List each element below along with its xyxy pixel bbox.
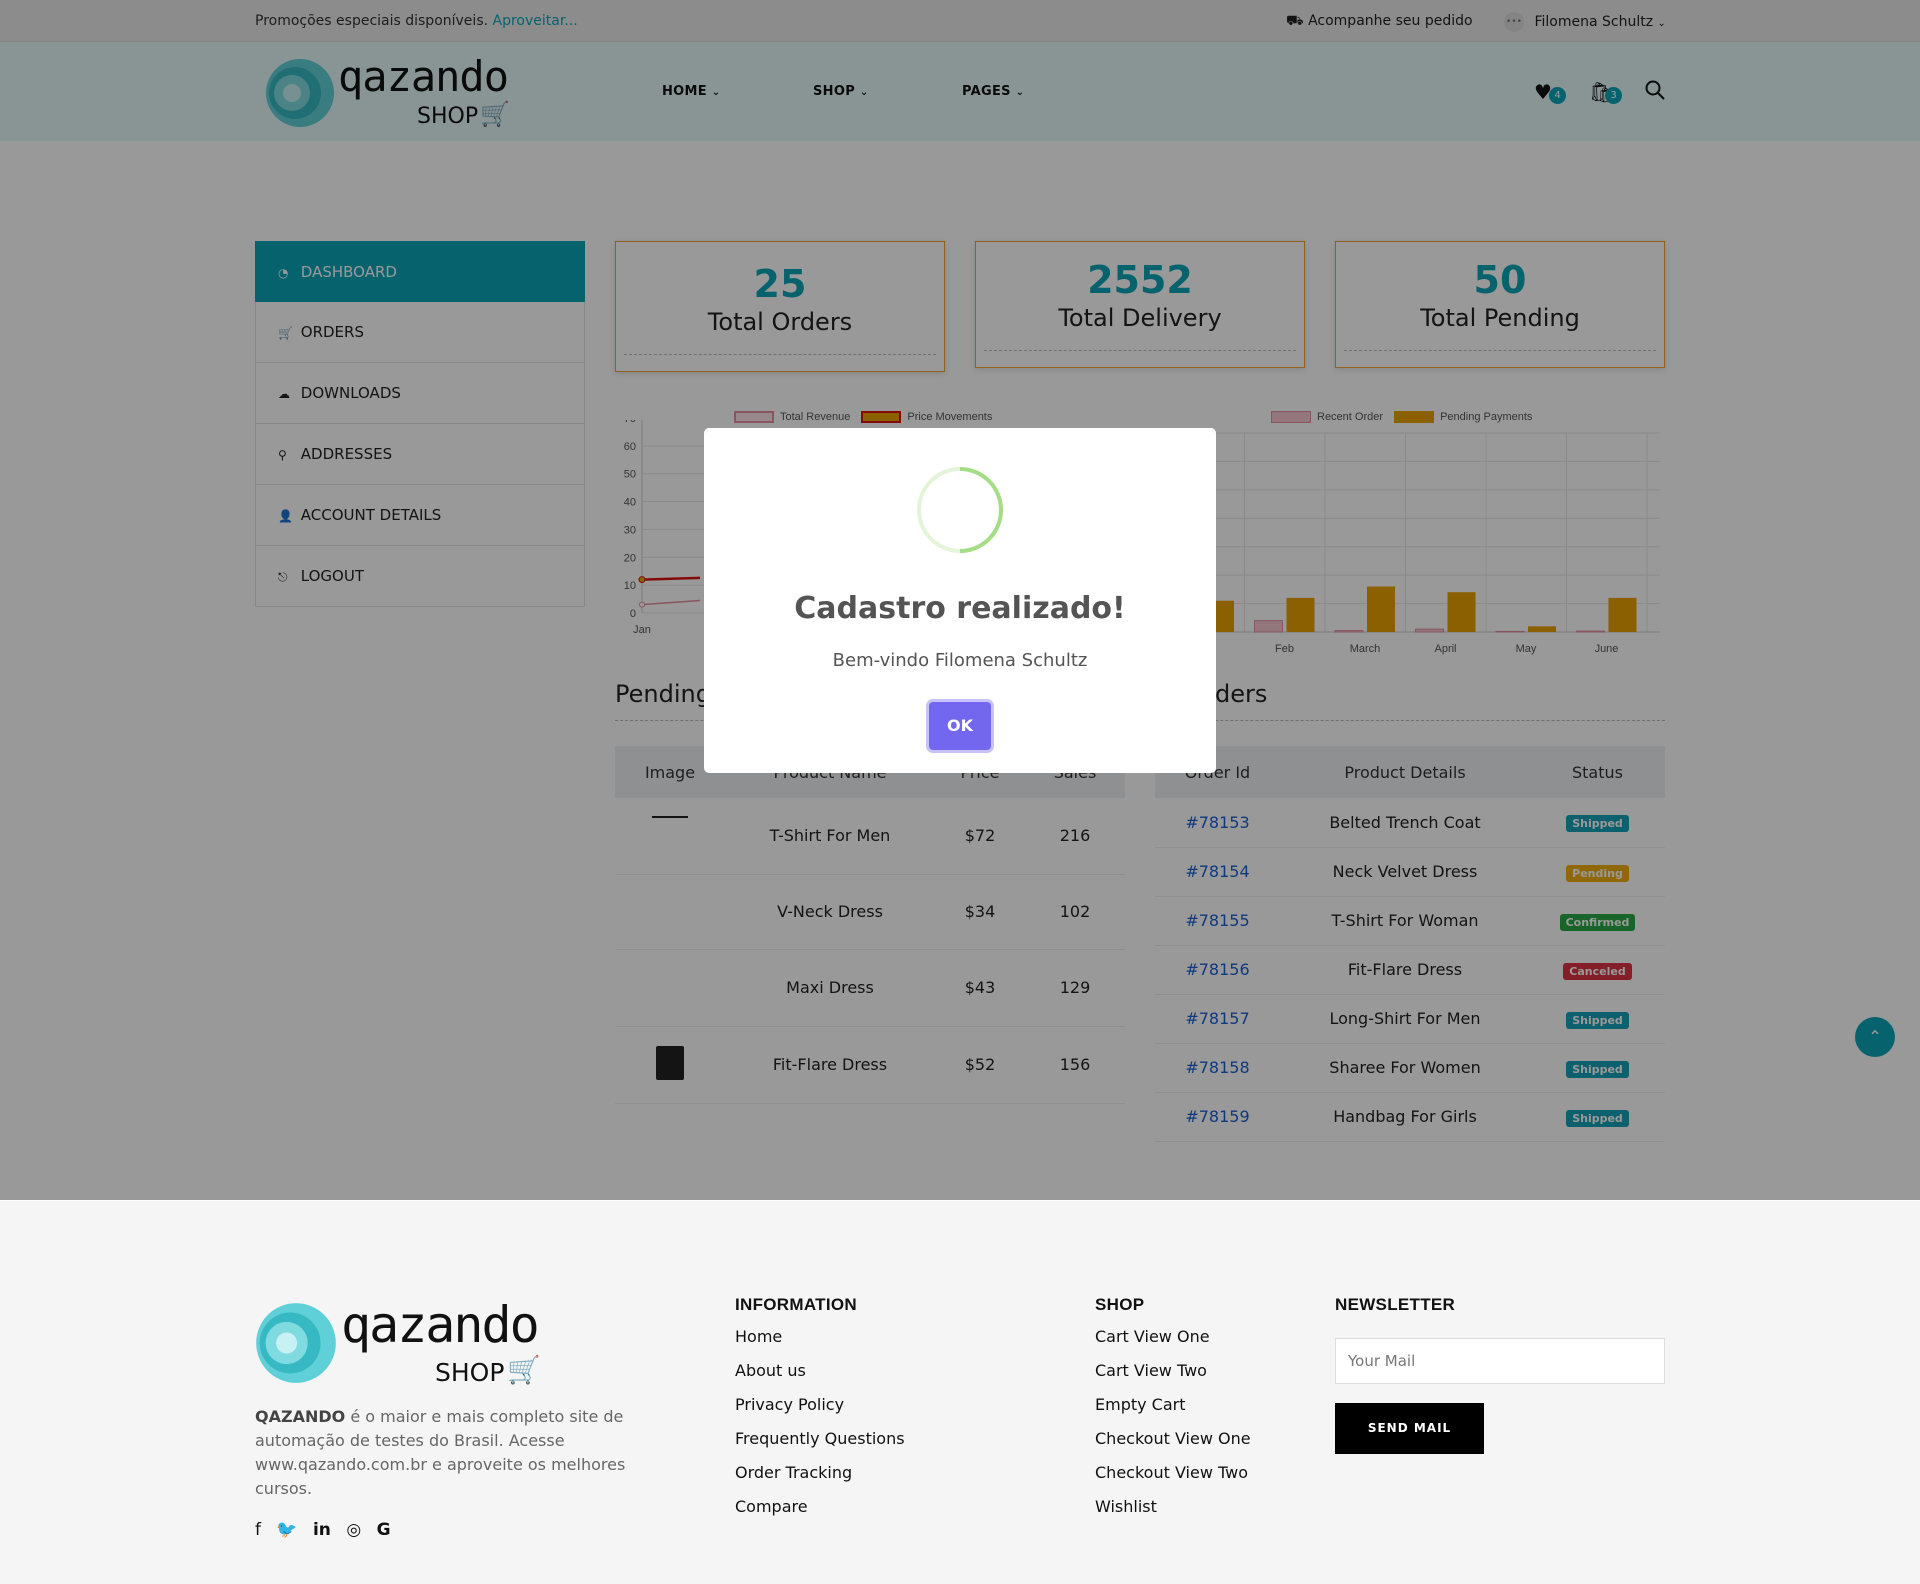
logo-text: qazando	[341, 1296, 540, 1354]
footer-description: QAZANDO é o maior e mais completo site d…	[255, 1405, 655, 1501]
instagram-icon[interactable]: ◎	[346, 1520, 361, 1540]
footer-link[interactable]: Order Tracking	[735, 1462, 905, 1496]
modal-title: Cadastro realizado!	[794, 591, 1126, 626]
modal-message: Bem-vindo Filomena Schultz	[832, 650, 1088, 671]
google-icon[interactable]: G	[377, 1520, 391, 1540]
page: Promoções especiais disponíveis. Aprovei…	[0, 0, 1920, 1584]
footer-link[interactable]: About us	[735, 1360, 905, 1394]
footer: qazando SHOP 🛒 QAZANDO é o maior e mais …	[0, 1255, 1920, 1584]
footer-shop-column: SHOP Cart View One Cart View Two Empty C…	[1095, 1295, 1251, 1530]
logo-mark	[256, 1303, 336, 1383]
footer-link[interactable]: Wishlist	[1095, 1496, 1251, 1530]
footer-information-column: INFORMATION Home About us Privacy Policy…	[735, 1295, 905, 1530]
footer-column-title: NEWSLETTER	[1335, 1295, 1456, 1314]
social-links: f 🐦 in ◎ G	[255, 1520, 401, 1540]
newsletter-email-input[interactable]: Your Mail	[1335, 1338, 1665, 1384]
footer-logo[interactable]: qazando SHOP 🛒	[255, 1296, 545, 1390]
footer-link[interactable]: Cart View Two	[1095, 1360, 1251, 1394]
send-mail-button[interactable]: SEND MAIL	[1335, 1403, 1484, 1454]
footer-newsletter-column: NEWSLETTER	[1335, 1295, 1455, 1326]
success-modal: Cadastro realizado! Bem-vindo Filomena S…	[704, 428, 1216, 773]
footer-column-title: SHOP	[1095, 1295, 1145, 1314]
footer-link[interactable]: Cart View One	[1095, 1326, 1251, 1360]
footer-link[interactable]: Compare	[735, 1496, 905, 1530]
footer-link[interactable]: Empty Cart	[1095, 1394, 1251, 1428]
footer-link[interactable]: Privacy Policy	[735, 1394, 905, 1428]
footer-brand: QAZANDO	[255, 1407, 346, 1426]
twitter-icon[interactable]: 🐦	[276, 1520, 297, 1540]
footer-link[interactable]: Checkout View One	[1095, 1428, 1251, 1462]
linkedin-icon[interactable]: in	[313, 1520, 331, 1540]
footer-link[interactable]: Frequently Questions	[735, 1428, 905, 1462]
success-spinner-icon	[917, 467, 1004, 553]
facebook-icon[interactable]: f	[255, 1520, 261, 1540]
logo-sub: SHOP	[435, 1358, 505, 1387]
ok-button[interactable]: OK	[929, 702, 991, 750]
footer-column-title: INFORMATION	[735, 1295, 857, 1314]
cart-logo-icon: 🛒	[507, 1355, 541, 1386]
footer-link[interactable]: Checkout View Two	[1095, 1462, 1251, 1496]
footer-link[interactable]: Home	[735, 1326, 905, 1360]
